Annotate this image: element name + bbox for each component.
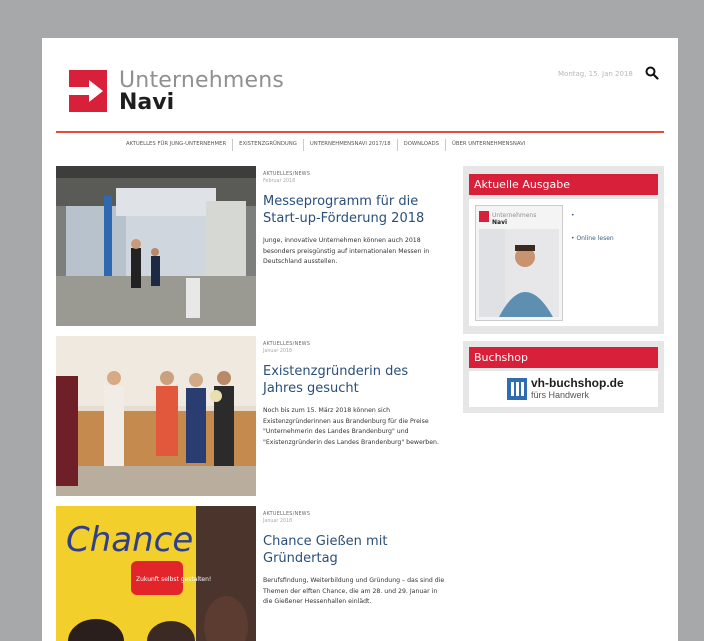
article-image-trade-fair[interactable] xyxy=(56,166,256,326)
poster-badge: Zukunft selbst gestalten! xyxy=(136,576,211,583)
nav-item-existenzgruendung[interactable]: EXISTENZGRÜNDUNG xyxy=(233,139,304,151)
article-category: AKTUELLES/NEWS xyxy=(263,172,311,177)
magazine-cover[interactable]: Unternehmens Navi xyxy=(475,205,563,321)
article-title[interactable]: Chance Gießen mit Gründertag xyxy=(263,533,448,567)
site-logo[interactable]: Unternehmens Navi xyxy=(69,68,289,118)
logo-text-bottom: Navi xyxy=(119,90,175,115)
article-date: Januar 2018 xyxy=(263,349,293,354)
article-teaser: Berufsfindung, Weiterbildung und Gründun… xyxy=(263,577,445,605)
current-issue-title: Aktuelle Ausgabe xyxy=(469,174,658,195)
article-category: AKTUELLES/NEWS xyxy=(263,512,311,517)
bookshop-title: Buchshop xyxy=(469,347,658,368)
poster-text: Chance xyxy=(66,520,193,560)
article-teaser: Junge, innovative Unternehmen können auc… xyxy=(263,237,430,265)
article-card[interactable]: Chance Zukunft selbst gestalten! AKTUELL… xyxy=(56,506,451,641)
search-icon[interactable] xyxy=(645,66,659,80)
article-date: Januar 2018 xyxy=(263,519,293,524)
current-date: Montag, 15. Jan 2018 xyxy=(558,70,633,78)
page-frame: Unternehmens Navi Montag, 15. Jan 2018 A… xyxy=(0,0,704,641)
read-online-link[interactable]: • Online lesen xyxy=(571,235,614,242)
bookshop-box: Buchshop vh-buchshop.de fürs Handwerk xyxy=(463,341,664,413)
issue-bullet: • xyxy=(571,212,575,219)
article-text: AKTUELLES/NEWS Februar 2018 Messeprogram… xyxy=(263,166,448,268)
nav-item-aktuelles[interactable]: AKTUELLES FÜR JUNG-UNTERNEHMER xyxy=(120,139,234,151)
current-issue-body: Unternehmens Navi • • Online lesen xyxy=(469,199,658,326)
article-teaser: Noch bis zum 15. März 2018 können sich E… xyxy=(263,407,439,446)
article-card[interactable]: AKTUELLES/NEWS Januar 2018 Existenzgründ… xyxy=(56,336,451,496)
cover-title-bottom: Navi xyxy=(492,219,507,226)
website-page: Unternehmens Navi Montag, 15. Jan 2018 A… xyxy=(42,38,678,641)
article-text: AKTUELLES/NEWS Januar 2018 Chance Gießen… xyxy=(263,506,448,608)
current-issue-box: Aktuelle Ausgabe Unternehmens Navi • • O… xyxy=(463,166,664,334)
bookshop-body[interactable]: vh-buchshop.de fürs Handwerk xyxy=(469,371,658,407)
header-divider xyxy=(56,131,664,133)
article-category: AKTUELLES/NEWS xyxy=(263,342,311,347)
article-title[interactable]: Messeprogramm für die Start-up-Förderung… xyxy=(263,193,448,227)
nav-item-unternehmensnavi[interactable]: UNTERNEHMENSNAVI 2017/18 xyxy=(304,139,398,151)
article-date: Februar 2018 xyxy=(263,179,296,184)
article-text: AKTUELLES/NEWS Januar 2018 Existenzgründ… xyxy=(263,336,448,448)
bookshop-name: vh-buchshop.de xyxy=(531,376,624,390)
article-image-award[interactable] xyxy=(56,336,256,496)
nav-item-downloads[interactable]: DOWNLOADS xyxy=(398,139,446,151)
logo-arrow-icon xyxy=(69,70,107,112)
article-title[interactable]: Existenzgründerin des Jahres gesucht xyxy=(263,363,448,397)
bookshop-subtitle: fürs Handwerk xyxy=(531,390,590,400)
nav-item-ueber[interactable]: ÜBER UNTERNEHMENSNAVI xyxy=(446,139,531,151)
article-card[interactable]: AKTUELLES/NEWS Februar 2018 Messeprogram… xyxy=(56,166,451,326)
bookshop-logo-icon xyxy=(507,378,527,400)
cover-title-top: Unternehmens xyxy=(492,212,536,219)
article-image-chance-poster[interactable]: Chance Zukunft selbst gestalten! xyxy=(56,506,256,641)
main-navigation: AKTUELLES FÜR JUNG-UNTERNEHMER EXISTENZG… xyxy=(120,139,531,151)
